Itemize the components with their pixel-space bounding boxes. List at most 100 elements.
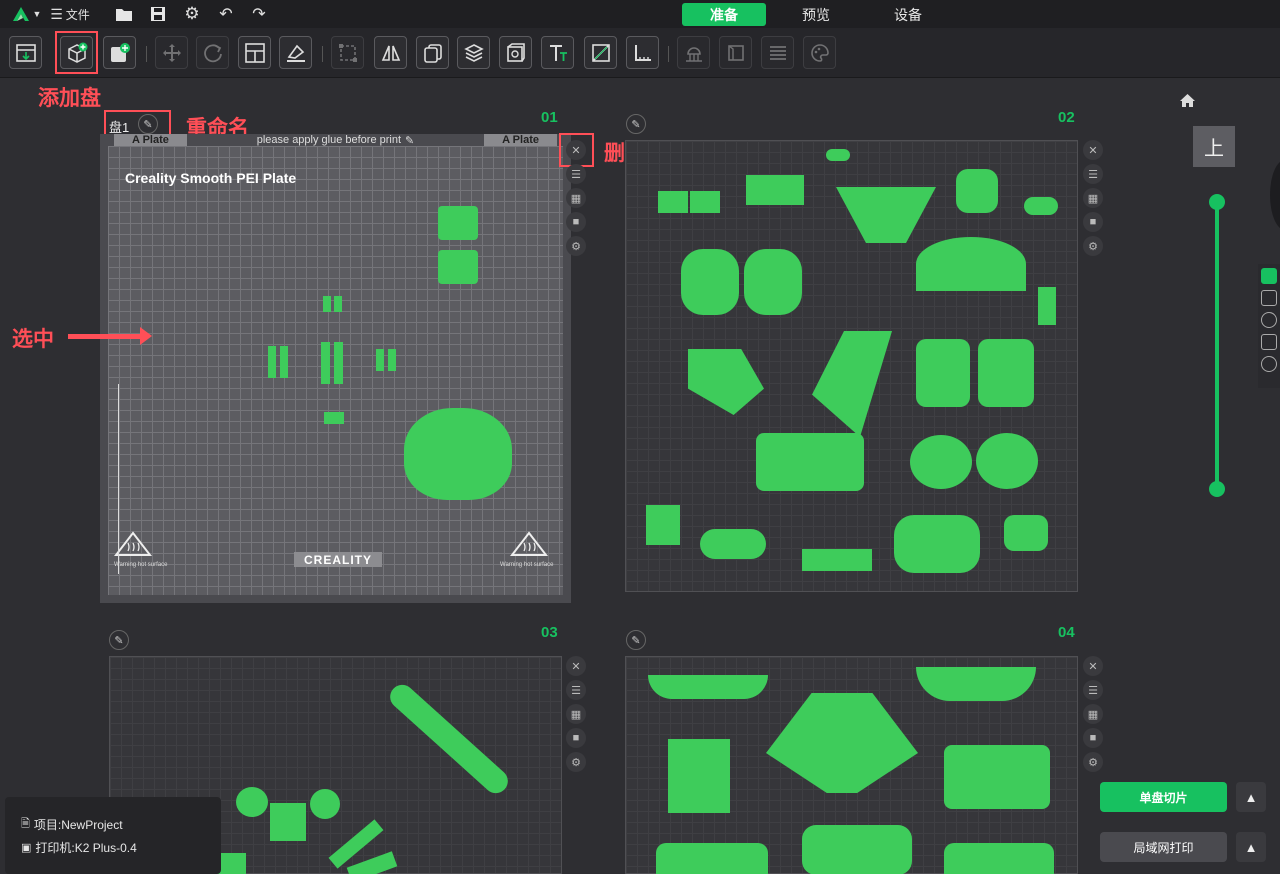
support-paint-button[interactable] <box>677 36 710 69</box>
rename-plate-button[interactable]: ✎ <box>626 114 646 134</box>
model-part[interactable] <box>1038 287 1056 325</box>
model-part[interactable] <box>700 529 766 559</box>
modifier-icon[interactable] <box>1261 356 1277 372</box>
plate-settings-button[interactable]: ⚙ <box>566 752 586 772</box>
delete-plate-button[interactable]: ✕ <box>1083 656 1103 676</box>
arrange-button[interactable] <box>238 36 271 69</box>
auto-arrange-button[interactable]: ▦ <box>566 188 586 208</box>
seam-paint-button[interactable] <box>719 36 752 69</box>
save-button[interactable] <box>148 3 168 25</box>
model-part[interactable] <box>976 433 1038 489</box>
redo-button[interactable]: ↷ <box>249 3 269 25</box>
auto-arrange-button[interactable]: ▦ <box>566 704 586 724</box>
plate-list-button[interactable]: ☰ <box>1083 164 1103 184</box>
model-part[interactable] <box>746 175 804 205</box>
lock-plate-button[interactable]: ■ <box>1083 728 1103 748</box>
model-part[interactable] <box>438 206 478 240</box>
rename-plate-button[interactable]: ✎ <box>626 630 646 650</box>
layer-slider-bottom-handle[interactable] <box>1209 481 1225 497</box>
tab-preview[interactable]: 预览 <box>774 3 858 26</box>
plate-01-bed[interactable]: A Plate please apply glue before print ✎ … <box>100 134 571 603</box>
delete-plate-button[interactable]: ✕ <box>1083 140 1103 160</box>
rename-plate-button[interactable]: ✎ <box>138 114 158 134</box>
model-part[interactable] <box>648 675 768 699</box>
model-part[interactable] <box>310 789 340 819</box>
add-model-button[interactable] <box>103 36 136 69</box>
model-part[interactable] <box>766 693 918 793</box>
lock-plate-button[interactable]: ■ <box>566 728 586 748</box>
app-logo-menu[interactable]: ▼ <box>8 3 44 25</box>
model-part[interactable] <box>956 169 998 213</box>
object-list-icon[interactable] <box>1261 268 1277 284</box>
layer-slider-track[interactable] <box>1215 200 1219 490</box>
model-part[interactable] <box>321 342 330 384</box>
model-part[interactable] <box>910 435 972 489</box>
rename-plate-button[interactable]: ✎ <box>109 630 129 650</box>
plate-list-button[interactable]: ☰ <box>566 164 586 184</box>
scale-button[interactable] <box>331 36 364 69</box>
model-part[interactable] <box>916 237 1026 291</box>
model-part[interactable] <box>1024 197 1058 215</box>
model-part[interactable] <box>802 549 872 571</box>
model-part[interactable] <box>646 505 680 545</box>
plate-list-button[interactable]: ☰ <box>1083 680 1103 700</box>
model-part[interactable] <box>681 249 739 315</box>
plate-grid-icon[interactable] <box>1261 290 1277 306</box>
import-button[interactable] <box>9 36 42 69</box>
model-part[interactable] <box>944 745 1050 809</box>
delete-plate-button[interactable]: ✕ <box>566 656 586 676</box>
lock-plate-button[interactable]: ■ <box>1083 212 1103 232</box>
print-options-button[interactable]: ▲ <box>1236 832 1266 862</box>
color-paint-button[interactable] <box>803 36 836 69</box>
model-part[interactable] <box>656 843 768 874</box>
model-part[interactable] <box>688 349 764 415</box>
slice-options-button[interactable]: ▲ <box>1236 782 1266 812</box>
speed-gauge-icon[interactable] <box>1261 312 1277 328</box>
plate-02-bed[interactable] <box>625 140 1078 592</box>
move-button[interactable] <box>155 36 188 69</box>
top-view-cube[interactable]: 上 <box>1193 126 1235 167</box>
model-part[interactable] <box>658 191 688 213</box>
plate-settings-button[interactable]: ⚙ <box>1083 752 1103 772</box>
support-tree-icon[interactable] <box>1261 334 1277 350</box>
model-part[interactable] <box>346 851 398 874</box>
model-part[interactable] <box>802 825 912 874</box>
model-part[interactable] <box>916 339 970 407</box>
model-part[interactable] <box>268 346 276 378</box>
model-part[interactable] <box>323 296 331 312</box>
model-part[interactable] <box>334 296 342 312</box>
file-menu[interactable]: ☰ 文件 <box>48 3 92 25</box>
model-part[interactable] <box>334 342 343 384</box>
hollow-button[interactable] <box>499 36 532 69</box>
slice-plate-button[interactable]: 单盘切片 <box>1100 782 1227 812</box>
model-part[interactable] <box>388 349 396 371</box>
plate-04-bed[interactable] <box>625 656 1078 874</box>
model-part[interactable] <box>668 739 730 813</box>
lock-plate-button[interactable]: ■ <box>566 212 586 232</box>
model-part[interactable] <box>744 249 802 315</box>
model-part[interactable] <box>270 803 306 841</box>
plate-list-button[interactable]: ☰ <box>566 680 586 700</box>
view-gizmo[interactable] <box>1270 160 1280 230</box>
model-part[interactable] <box>438 250 478 284</box>
lan-print-button[interactable]: 局域网打印 <box>1100 832 1227 862</box>
settings-button[interactable]: ⚙ <box>182 3 202 25</box>
model-part[interactable] <box>280 346 288 378</box>
model-part[interactable] <box>944 843 1054 874</box>
model-part[interactable] <box>385 679 513 799</box>
plate-settings-button[interactable]: ⚙ <box>1083 236 1103 256</box>
printer-row[interactable]: ▣ 打印机:K2 Plus-0.4 <box>21 839 137 856</box>
model-part[interactable] <box>812 331 892 437</box>
lay-on-face-button[interactable] <box>279 36 312 69</box>
model-part[interactable] <box>756 433 864 491</box>
model-part[interactable] <box>916 667 1036 701</box>
auto-arrange-button[interactable]: ▦ <box>1083 188 1103 208</box>
model-part[interactable] <box>894 515 980 573</box>
undo-button[interactable]: ↶ <box>216 3 236 25</box>
mirror-button[interactable] <box>374 36 407 69</box>
rotate-button[interactable] <box>196 36 229 69</box>
model-part[interactable] <box>236 787 268 817</box>
delete-plate-button[interactable]: ✕ <box>566 140 586 160</box>
model-part[interactable] <box>404 408 512 500</box>
plate-settings-button[interactable]: ⚙ <box>566 236 586 256</box>
